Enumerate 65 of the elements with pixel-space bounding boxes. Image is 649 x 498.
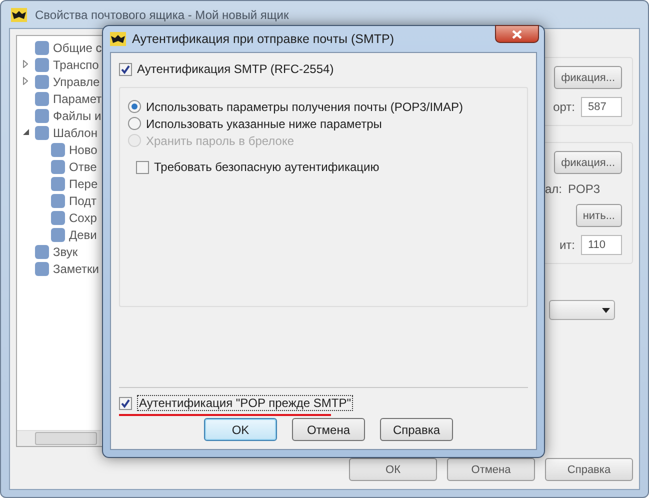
radio-label[interactable]: Использовать параметры получения почты (POP3/IMAP) bbox=[146, 100, 464, 114]
tree-item[interactable]: Парамет bbox=[53, 92, 102, 106]
input-field[interactable]: 110 bbox=[581, 235, 622, 255]
field-label: орт: bbox=[553, 100, 575, 114]
tree-item[interactable]: Деви bbox=[69, 228, 97, 242]
expander-icon[interactable] bbox=[23, 129, 29, 135]
expander-icon[interactable] bbox=[23, 60, 28, 68]
dialog-button[interactable]: Справка bbox=[545, 458, 633, 481]
expander-icon[interactable] bbox=[23, 76, 28, 84]
checkbox-label[interactable]: Аутентификация "POP прежде SMTP" bbox=[137, 395, 353, 411]
dialog-button[interactable]: Отмена bbox=[292, 418, 365, 441]
field-label: ит: bbox=[559, 238, 575, 252]
close-button[interactable] bbox=[495, 25, 539, 43]
tree-item[interactable]: Общие с bbox=[53, 40, 102, 54]
app-icon bbox=[11, 8, 27, 22]
item-icon bbox=[51, 194, 65, 208]
dropdown[interactable] bbox=[549, 300, 615, 320]
item-icon bbox=[35, 262, 49, 276]
dialog-button[interactable]: Справка bbox=[380, 418, 453, 441]
tree-item[interactable]: Ново bbox=[69, 142, 98, 156]
tree-item[interactable]: Пере bbox=[69, 176, 98, 190]
item-icon bbox=[35, 108, 49, 122]
scrollbar[interactable] bbox=[17, 430, 101, 446]
dialog-button[interactable]: ОК bbox=[349, 458, 437, 481]
tree-item[interactable]: Отве bbox=[69, 160, 97, 174]
item-icon bbox=[35, 126, 49, 140]
caret-icon bbox=[602, 308, 610, 312]
tree-item[interactable]: Звук bbox=[53, 244, 78, 258]
tree-item[interactable]: Управле bbox=[53, 74, 100, 88]
item-icon bbox=[35, 74, 49, 88]
item-icon bbox=[35, 58, 49, 72]
item-icon bbox=[51, 176, 65, 190]
radio-label[interactable]: Использовать указанные ниже параметры bbox=[146, 116, 382, 130]
item-icon bbox=[51, 210, 65, 224]
dialog-button[interactable]: OK bbox=[204, 418, 277, 441]
tree-item[interactable]: Файлы и bbox=[53, 108, 102, 122]
settings-button[interactable]: фикация... bbox=[554, 151, 622, 174]
item-icon bbox=[35, 40, 49, 54]
checkbox-label[interactable]: Требовать безопасную аутентификацию bbox=[154, 160, 380, 174]
settings-button[interactable]: фикация... bbox=[554, 66, 622, 89]
radio-button[interactable] bbox=[128, 117, 141, 130]
app-icon bbox=[110, 32, 126, 46]
tree-item[interactable]: Заметки bbox=[53, 262, 99, 276]
tree-item[interactable]: Шаблон bbox=[53, 126, 98, 140]
info-label: ал: bbox=[544, 182, 562, 196]
item-icon bbox=[35, 244, 49, 258]
item-icon bbox=[51, 142, 65, 156]
close-icon bbox=[512, 30, 522, 38]
checkbox[interactable] bbox=[119, 62, 132, 76]
tree-item[interactable]: Сохр bbox=[69, 210, 97, 224]
checkbox-label[interactable]: Аутентификация SMTP (RFC-2554) bbox=[137, 62, 334, 76]
item-icon bbox=[51, 228, 65, 242]
input-field[interactable]: 587 bbox=[581, 97, 622, 117]
item-icon bbox=[35, 92, 49, 106]
tree-item[interactable]: Транспо bbox=[53, 58, 99, 72]
dialog-title: Аутентификация при отправке почты (SMTP) bbox=[132, 32, 394, 46]
item-icon bbox=[51, 160, 65, 174]
radio-button[interactable] bbox=[128, 100, 141, 113]
checkbox[interactable] bbox=[119, 396, 132, 410]
settings-button[interactable]: нить... bbox=[576, 204, 622, 227]
tree-item[interactable]: Подт bbox=[69, 194, 97, 208]
info-value: POP3 bbox=[568, 182, 600, 196]
checkbox[interactable] bbox=[136, 160, 149, 174]
dialog-button[interactable]: Отмена bbox=[447, 458, 535, 481]
window-title: Свойства почтового ящика - Мой новый ящик bbox=[35, 8, 289, 22]
